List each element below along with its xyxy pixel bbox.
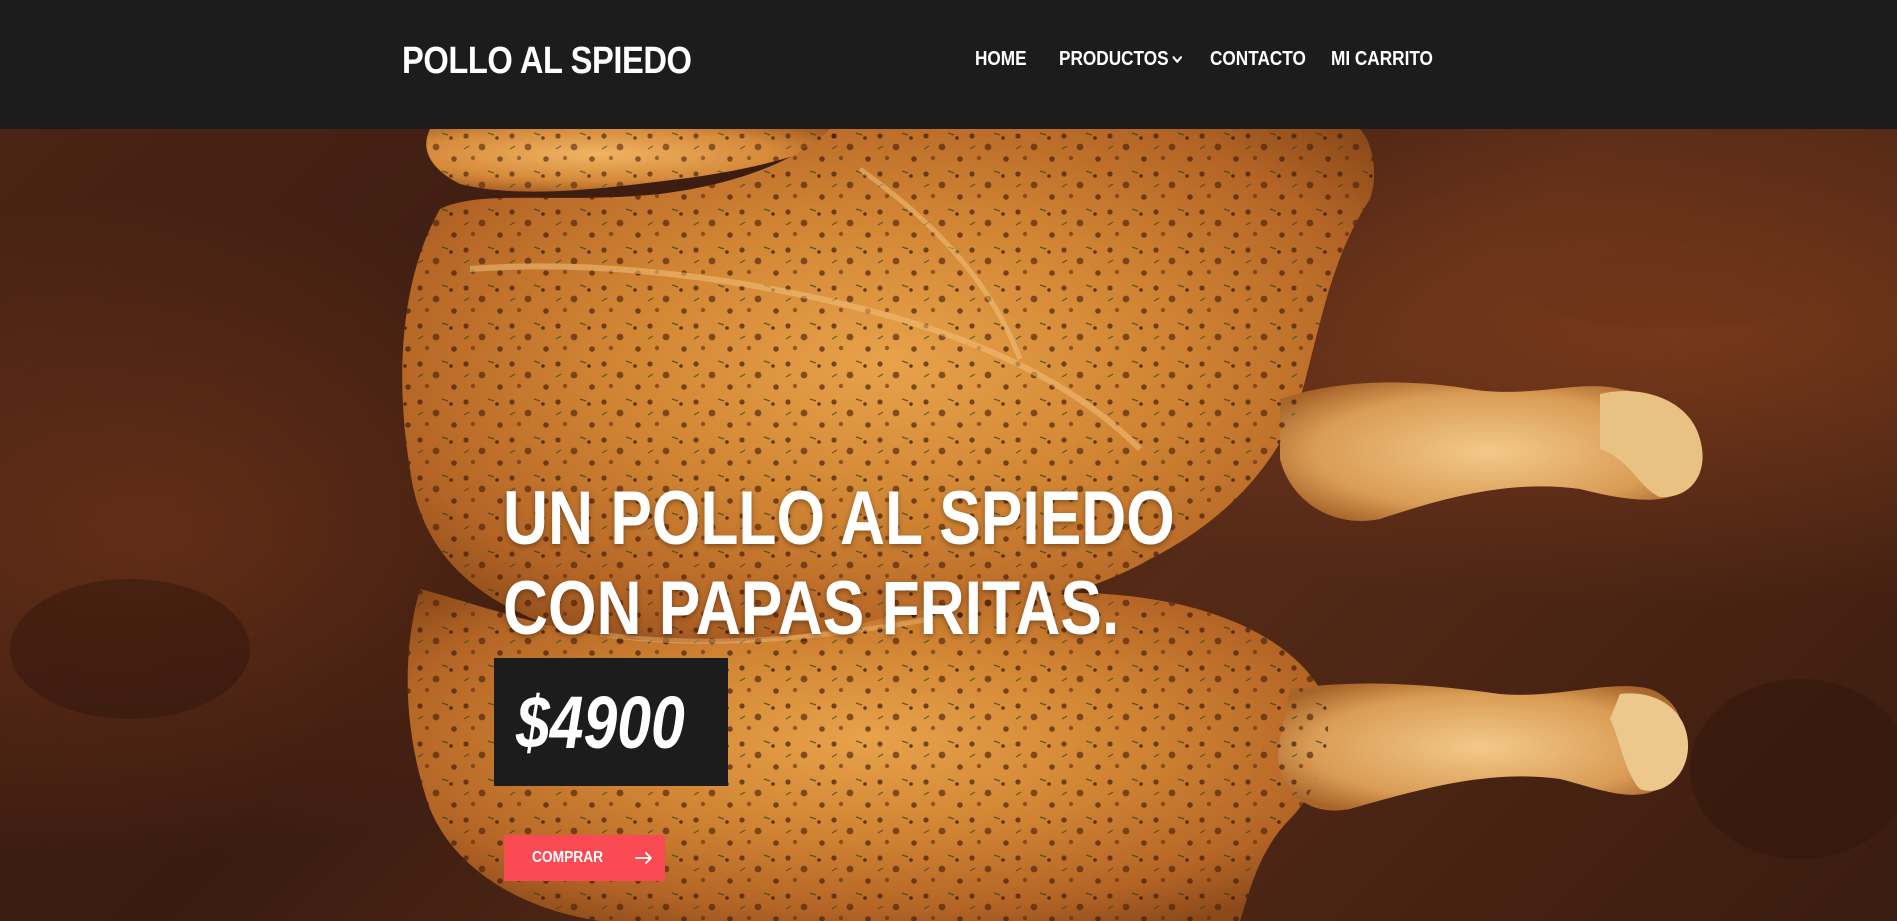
nav-item-label: CONTACTO [1210, 48, 1306, 70]
buy-button[interactable]: COMPRAR [504, 835, 665, 881]
hero-title: UN POLLO AL SPIEDO CON PAPAS FRITAS. [503, 474, 1175, 654]
nav-item-contacto[interactable]: CONTACTO [1210, 48, 1306, 71]
arrow-right-icon [634, 852, 652, 864]
hero-title-line-2: CON PAPAS FRITAS. [503, 566, 1120, 651]
buy-button-label: COMPRAR [532, 849, 604, 866]
brand-logo[interactable]: POLLO AL SPIEDO [402, 40, 692, 83]
nav-item-label: HOME [975, 48, 1027, 70]
hero-section: UN POLLO AL SPIEDO CON PAPAS FRITAS. $49… [0, 129, 1897, 921]
nav-item-productos[interactable]: PRODUCTOS [1059, 48, 1183, 71]
hero-title-line-1: UN POLLO AL SPIEDO [503, 476, 1175, 561]
nav-item-label: PRODUCTOS [1059, 48, 1169, 70]
chevron-down-icon [1172, 56, 1183, 63]
nav-item-home[interactable]: HOME [975, 48, 1027, 71]
nav-item-mi-carrito[interactable]: MI CARRITO [1331, 48, 1433, 71]
price-box: $4900 [494, 658, 728, 786]
price-label: $4900 [516, 681, 685, 764]
nav-item-label: MI CARRITO [1331, 48, 1433, 70]
site-header: POLLO AL SPIEDO HOME PRODUCTOS CONTACTO … [0, 0, 1897, 129]
